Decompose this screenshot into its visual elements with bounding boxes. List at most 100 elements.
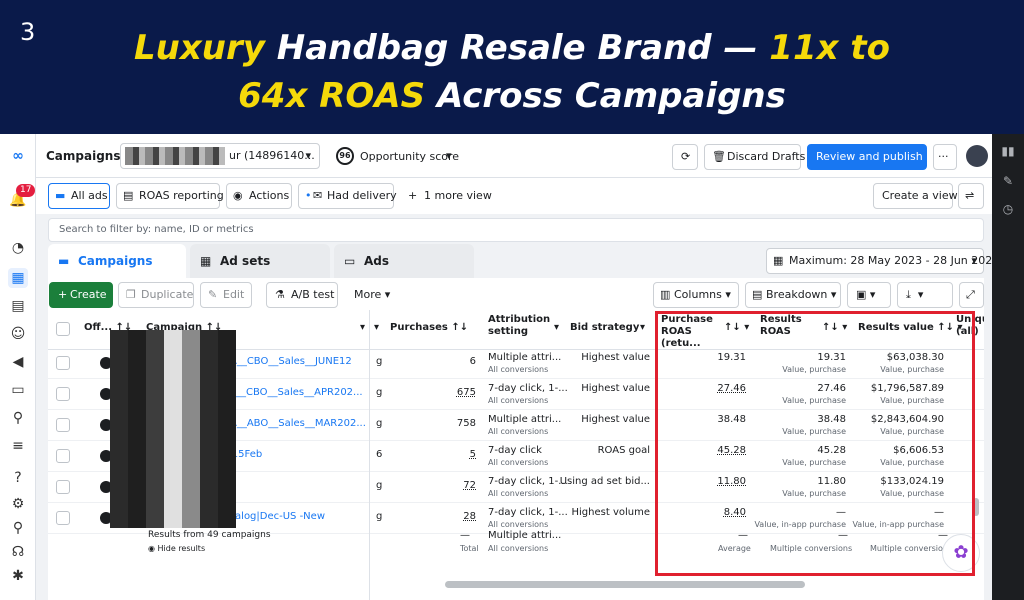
more-view-link[interactable]: 1 more view [424,189,492,202]
duplicate-button[interactable]: ❐ Duplicate [118,282,194,308]
envelope-icon: ✉ [313,189,323,202]
menu-icon[interactable]: ≡ [8,436,28,456]
actions-view[interactable]: ◉ Actions [226,183,292,209]
chevron-down-icon[interactable]: ▾ [374,322,379,333]
account-selector[interactable]: ur (14896140... ▾ [120,143,320,169]
mosaic-tile [146,366,164,384]
row-checkbox[interactable] [56,511,70,525]
columns-button[interactable]: ▥ Columns ▾ [653,282,739,308]
more-options-button[interactable]: ··· [933,144,957,170]
expand-button[interactable]: ⤢ [959,282,984,308]
chart-icon[interactable]: ▮▮ [1000,144,1016,160]
left-nav: ∞ 🔔 17 ◔ ▦ ▤ ☺ ◀ ▭ ⚲ ≡ ? ⚙ ⚲ ☊ ✱ [0,134,36,600]
chevron-down-icon[interactable]: ▾ [640,322,645,333]
pencil-icon[interactable]: ✎ [1000,174,1016,190]
purchases-value[interactable]: 28 [463,511,476,522]
breakdown-icon: ▤ [752,288,763,301]
results-value: $133,024.19 [880,476,944,487]
header-purchases[interactable]: Purchases ↑↓ [390,322,468,333]
row-checkbox[interactable] [56,387,70,401]
purchases-value[interactable]: 758 [457,418,476,429]
hide-results-link[interactable]: ◉ Hide results [148,544,205,553]
sliders-button[interactable]: ⇌ [958,183,984,209]
chevron-down-icon[interactable]: ▾ [360,322,365,333]
select-all-checkbox[interactable] [56,322,70,336]
purchase-roas-value[interactable]: 11.80 [717,476,746,487]
dashboard-icon[interactable]: ◔ [8,238,28,258]
date-range-picker[interactable]: ▦ Maximum: 28 May 2023 - 28 Jun 2026 ▾ [766,248,999,274]
opportunity-score-label[interactable]: Opportunity score [360,150,459,163]
chevron-down-icon[interactable]: ▾ [554,322,559,333]
search-icon[interactable]: ⚲ [8,518,28,538]
vertical-scrollbar[interactable] [973,498,979,516]
folder-icon: ▬ [55,189,66,202]
support-icon[interactable]: ☊ [8,542,28,562]
bid-strategy-value: Highest value [581,414,650,425]
purchase-roas-value[interactable]: 27.46 [717,383,746,394]
header-bid-strategy[interactable]: Bid strategy [570,322,639,333]
megaphone-icon[interactable]: ◀ [8,352,28,372]
results-roas-sub: Value, purchase [782,365,846,374]
purchase-roas-value[interactable]: 38.48 [717,414,746,425]
chevron-down-icon[interactable]: ▾ [446,149,452,162]
tab-campaigns[interactable]: ▬ Campaigns [48,244,186,278]
campaigns-table-icon[interactable]: ▦ [8,268,28,288]
mosaic-tile [218,456,236,474]
header-unique[interactable]: Uniqu (all) [956,314,984,338]
row-checkbox[interactable] [56,356,70,370]
copy-icon: ❐ [126,288,136,301]
create-button[interactable]: + Create [49,282,113,308]
all-ads-view[interactable]: ▬ All ads [48,183,110,209]
clock-icon[interactable]: ◷ [1000,202,1016,218]
more-menu-button[interactable]: More ▾ [354,288,390,301]
bug-icon[interactable]: ✱ [8,566,28,586]
horizontal-scrollbar[interactable] [445,581,805,588]
tab-ads[interactable]: ▭ Ads [334,244,474,278]
assistant-icon[interactable]: ✿ [942,534,980,572]
tab-ads-label: Ads [364,254,390,268]
meta-logo-icon[interactable]: ∞ [8,146,28,166]
audience-icon[interactable]: ☺ [8,324,28,344]
purchases-value[interactable]: 6 [470,356,476,367]
row-checkbox[interactable] [56,449,70,463]
roas-reporting-view[interactable]: ▤ ROAS reporting [116,183,224,209]
billing-icon[interactable]: ▭ [8,380,28,400]
had-delivery-view[interactable]: • ✉ Had delivery [298,183,397,209]
report-icon: ▣ ▾ [856,288,876,301]
row-checkbox[interactable] [56,418,70,432]
campaign-name-link[interactable]: _CA__ABO__Sales__MAR202... [218,418,366,429]
reports-button[interactable]: ▣ ▾ [847,282,891,308]
tab-ad-sets[interactable]: ▦ Ad sets [190,244,330,278]
ab-test-button[interactable]: ⚗ A/B test [266,282,338,308]
export-button[interactable]: ⤓ ▾ [897,282,953,308]
cursor-icon: ◉ [233,189,243,202]
plus-icon[interactable]: + [408,189,417,202]
purchases-value[interactable]: 675 [457,387,476,398]
header-attribution[interactable]: Attribution setting [488,314,558,338]
sort-icon[interactable]: ↑↓ ▾ [822,322,847,333]
edit-button[interactable]: ✎ Edit [200,282,252,308]
purchase-roas-value[interactable]: 8.40 [724,507,746,518]
avatar[interactable] [966,145,988,167]
sort-icon[interactable]: ↑↓ ▾ [724,322,749,333]
refresh-button[interactable]: ⟳ [672,144,698,170]
header-results-roas[interactable]: Results ROAS [760,314,810,338]
help-icon[interactable]: ? [8,468,28,488]
purchase-roas-value[interactable]: 45.28 [717,445,746,456]
purchases-value[interactable]: 72 [463,480,476,491]
search-filter-bar[interactable]: Search to filter by: name, ID or metrics [48,218,984,242]
purchase-roas-value[interactable]: 19.31 [717,352,746,363]
pages-icon[interactable]: ▤ [8,296,28,316]
header-purchase-roas[interactable]: Purchase ROAS (retu... [661,314,727,350]
events-icon[interactable]: ⚲ [8,408,28,428]
header-results-value[interactable]: Results value ↑↓ ▾ [858,322,963,333]
results-value: $63,038.30 [886,352,944,363]
discard-drafts-button[interactable]: 🗑 Discard Drafts [704,144,805,170]
create-view-button[interactable]: Create a view [873,183,958,209]
review-publish-button[interactable]: Review and publish (3) [807,144,942,170]
settings-icon[interactable]: ⚙ [8,494,28,514]
breakdown-button[interactable]: ▤ Breakdown ▾ [745,282,841,308]
row-checkbox[interactable] [56,480,70,494]
top-bar: Campaigns ur (14896140... ▾ 96 Opportuni… [36,134,992,178]
purchases-value[interactable]: 5 [470,449,476,460]
